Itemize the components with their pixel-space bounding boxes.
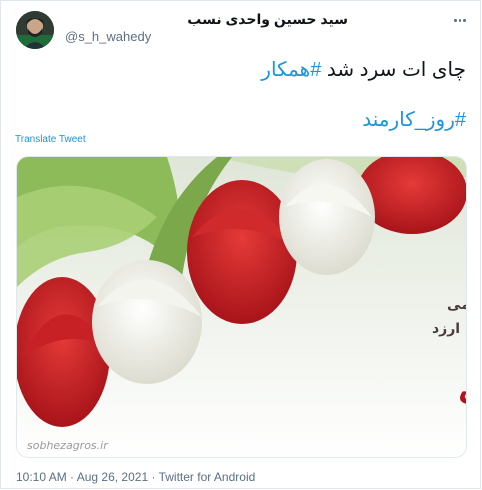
translate-tweet-link[interactable]: Translate Tweet <box>15 134 86 145</box>
image-watermark: sobhezagros.ir <box>27 439 109 452</box>
avatar[interactable] <box>16 11 54 49</box>
meta-separator-1: · <box>66 470 77 484</box>
tweet-time[interactable]: 10:10 AM <box>16 470 67 484</box>
hashtag-link-hamkar[interactable]: #همکار <box>261 59 321 81</box>
tweet-text: چای ات سرد شد <box>321 59 466 81</box>
hashtag-link-rooz-karmand[interactable]: #روز_کارمند <box>362 109 466 131</box>
image-text-line-2: به پشیزی نمی ارزد <box>432 321 467 337</box>
tulip-greeting-image: نامداری بی نیک نامی به پشیزی نمی ارزد رو… <box>17 157 467 457</box>
author-handle[interactable]: @s_h_wahedy <box>65 29 151 44</box>
tweet-meta: 10:10 AM · Aug 26, 2021 · Twitter for An… <box>16 470 255 484</box>
meta-separator-2: · <box>148 470 159 484</box>
tweet-text-line-2: #روز_کارمند <box>362 107 466 132</box>
avatar-image <box>16 11 54 49</box>
tweet-source[interactable]: Twitter for Android <box>159 470 256 484</box>
tweet-date[interactable]: Aug 26, 2021 <box>77 470 148 484</box>
image-headline: روز کارمند مبارک <box>457 366 467 412</box>
tweet-text-line-1: چای ات سرد شد #همکار <box>261 57 466 82</box>
author-display-name[interactable]: سید حسین واحدی نسب <box>187 11 348 28</box>
tweet-image[interactable]: نامداری بی نیک نامی به پشیزی نمی ارزد رو… <box>16 156 467 458</box>
tweet-card: سید حسین واحدی نسب @s_h_wahedy چای ات سر… <box>0 0 481 489</box>
more-options-icon[interactable] <box>453 13 467 27</box>
image-text-line-1: نامداری بی نیک نامی <box>447 297 467 313</box>
